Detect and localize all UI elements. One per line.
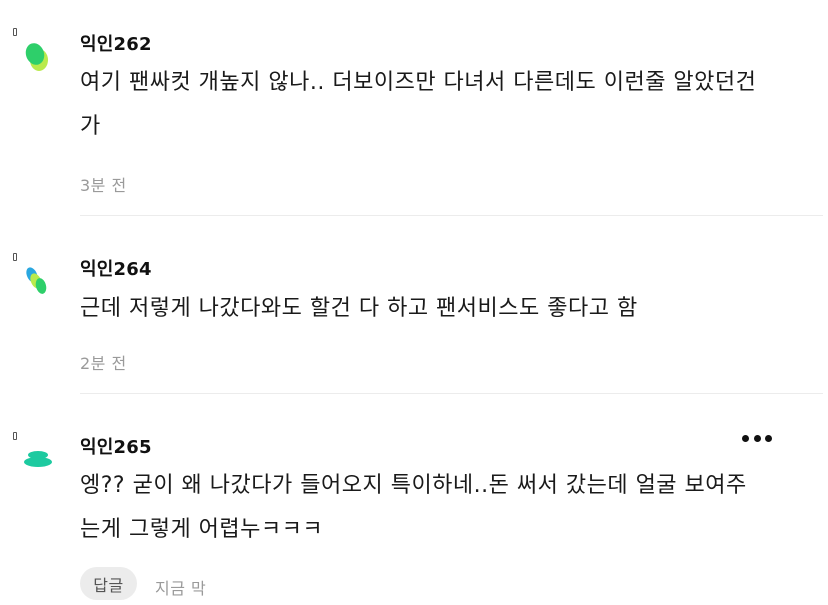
comment-author[interactable]: 익인264 [80,255,152,281]
comment-divider [80,215,823,216]
blue-green-blob-avatar-icon [26,267,47,294]
pin-icon [13,253,17,261]
comment-text-line: 가 [80,114,101,139]
comment-divider [80,393,823,394]
comment-text: 근데 저렇게 나갔다와도 할건 다 하고 팬서비스도 좋다고 함 [80,287,815,331]
comment-text: 엥?? 굳이 왜 나갔다가 들어오지 특이하네..돈 써서 갔는데 얼굴 보여주… [80,464,815,552]
more-options-icon[interactable] [742,432,772,444]
comment-text-line: 는게 그렇게 어렵누ㅋㅋㅋ [80,517,324,542]
pin-icon [13,432,17,440]
comment-text-line: 여기 팬싸컷 개높지 않나.. 더보이즈만 다녀서 다른데도 이런줄 알았던건 [80,70,757,95]
comment-text-line: 엥?? 굳이 왜 나갔다가 들어오지 특이하네..돈 써서 갔는데 얼굴 보여주 [80,473,747,498]
pin-icon [13,28,17,36]
comment-author[interactable]: 익인265 [80,433,152,459]
comment-time: 3분 전 [80,176,127,195]
mint-disc-avatar-icon [24,451,52,467]
comment-text: 여기 팬싸컷 개높지 않나.. 더보이즈만 다녀서 다른데도 이런줄 알았던건 … [80,61,815,149]
comment-author[interactable]: 익인262 [80,30,152,56]
green-blob-avatar-icon [25,43,48,71]
comment-text-line: 근데 저렇게 나갔다와도 할건 다 하고 팬서비스도 좋다고 함 [80,296,638,321]
comment-time: 2분 전 [80,354,127,373]
reply-button[interactable]: 답글 [80,567,137,600]
comment-time: 지금 막 [155,579,207,598]
